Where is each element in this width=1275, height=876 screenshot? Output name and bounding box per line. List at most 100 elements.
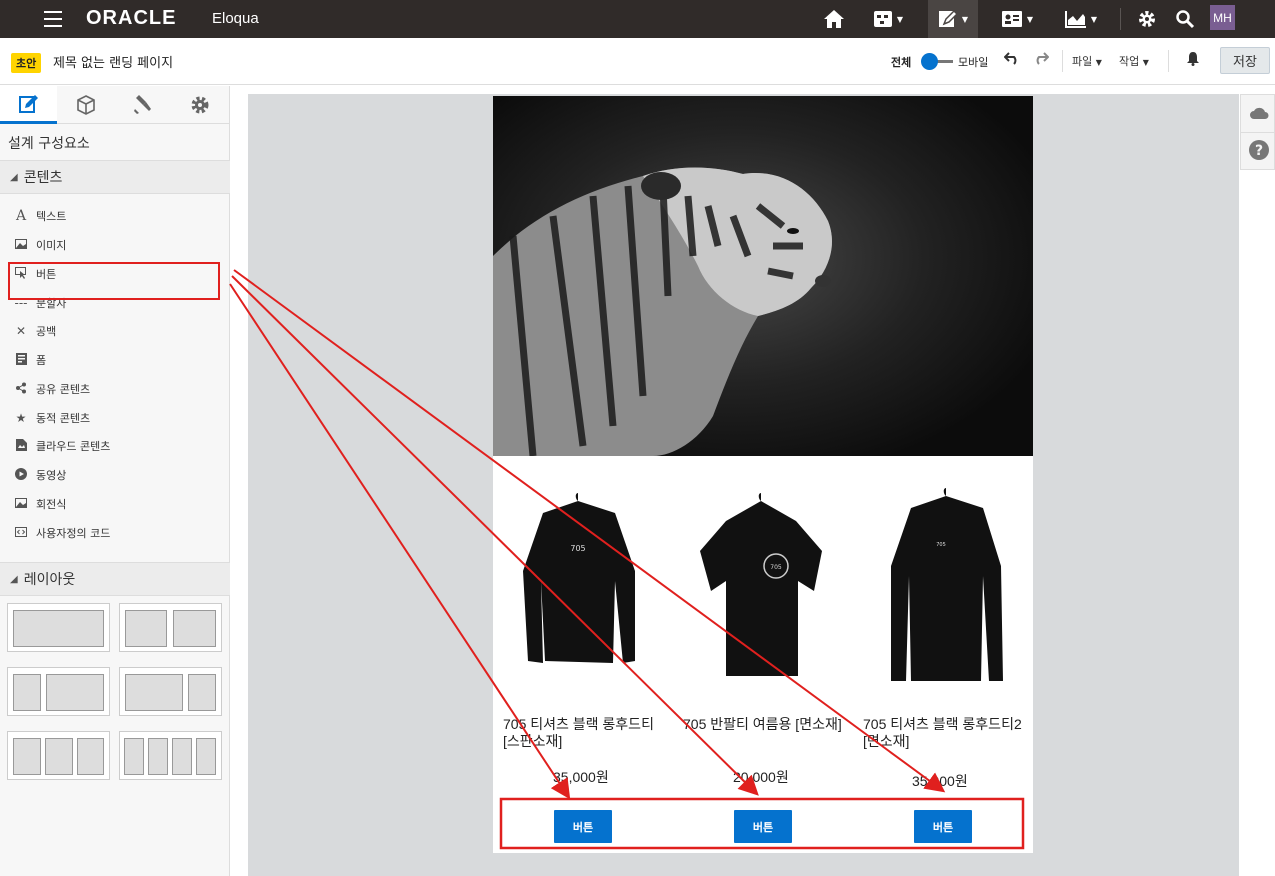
component-spacer[interactable]: ✕ 공백: [14, 321, 56, 341]
page-title[interactable]: 제목 없는 랜딩 페이지: [53, 52, 173, 71]
form-icon: [14, 352, 28, 368]
layout-two-columns[interactable]: [119, 603, 222, 652]
action-menu-button[interactable]: 작업 ▼: [1119, 53, 1149, 69]
component-label: 분할자: [36, 297, 67, 310]
layout-wide-narrow[interactable]: [119, 667, 222, 716]
product-image[interactable]: 705: [871, 486, 1021, 686]
component-divider[interactable]: --- 분할자: [14, 293, 67, 313]
component-carousel[interactable]: 회전식: [14, 494, 66, 514]
tab-components[interactable]: [57, 86, 114, 124]
product-image[interactable]: 705: [503, 491, 653, 691]
component-label: 공백: [36, 325, 57, 338]
layout-section-label: 레이아웃: [23, 572, 76, 588]
product-price: 35,000원: [912, 773, 968, 789]
component-button[interactable]: 버튼: [14, 264, 56, 284]
tiger-photo: [493, 167, 832, 456]
file-menu-button[interactable]: 파일 ▼: [1072, 53, 1102, 69]
layout-one-column[interactable]: [7, 603, 110, 652]
oracle-logo: ORACLE: [86, 7, 177, 29]
landing-page-preview: 705 705 티셔츠 블랙 롱후드티 [스판소재] 35,000원 버튼 70…: [493, 96, 1033, 853]
search-icon[interactable]: [1172, 0, 1198, 38]
component-video[interactable]: 동영상: [14, 465, 66, 485]
app-name: Eloqua: [212, 10, 259, 27]
chevron-down-icon: ▼: [1026, 14, 1034, 24]
component-label: 텍스트: [36, 210, 67, 223]
component-label: 이미지: [36, 239, 67, 252]
campaigns-menu-button[interactable]: ▼: [866, 0, 910, 38]
tab-styles[interactable]: [114, 86, 171, 124]
layout-section-header[interactable]: ◢ 레이아웃: [0, 562, 230, 596]
campaigns-icon: [873, 11, 892, 27]
action-menu-label: 작업: [1119, 55, 1140, 68]
carousel-icon: [14, 497, 28, 511]
component-label: 버튼: [36, 268, 57, 281]
cloud-icon[interactable]: [1249, 105, 1269, 124]
product-button[interactable]: 버튼: [554, 810, 612, 843]
component-cloud-content[interactable]: 클라우드 콘텐츠: [14, 436, 110, 456]
toolbar-divider: [1168, 50, 1169, 72]
product-image[interactable]: 705: [686, 491, 836, 691]
product-name: 705 티셔츠 블랙 롱후드티2 [면소재]: [863, 716, 1022, 749]
save-button[interactable]: 저장: [1220, 47, 1270, 74]
svg-text:?: ?: [1255, 143, 1263, 159]
status-badge: 초안: [11, 53, 42, 73]
avatar[interactable]: MH: [1210, 5, 1235, 30]
collapse-icon: ◢: [10, 171, 18, 183]
layout-three-columns[interactable]: [7, 731, 110, 780]
settings-icon[interactable]: [1134, 0, 1160, 38]
content-section-header[interactable]: ◢ 콘텐츠: [0, 160, 230, 194]
rail-divider: [1241, 132, 1275, 133]
contacts-menu-button[interactable]: ▼: [995, 0, 1039, 38]
tab-design[interactable]: [0, 86, 57, 124]
tab-settings[interactable]: [171, 86, 228, 124]
divider-icon: ---: [14, 296, 28, 310]
play-icon: [14, 467, 28, 483]
toolbar-divider: [1062, 50, 1063, 72]
chevron-down-icon: ▼: [1095, 58, 1102, 67]
component-form[interactable]: 폼: [14, 350, 46, 370]
file-menu-label: 파일: [1072, 55, 1093, 68]
chevron-down-icon: ▼: [1142, 58, 1149, 67]
product-price: 35,000원: [553, 769, 609, 785]
bell-icon[interactable]: [1186, 51, 1200, 70]
contacts-icon: [1001, 11, 1022, 27]
cloud-content-icon: [14, 438, 28, 454]
home-icon[interactable]: [820, 0, 848, 38]
product-button[interactable]: 버튼: [914, 810, 972, 843]
svg-text:705: 705: [770, 564, 782, 571]
hero-image[interactable]: [493, 96, 1033, 456]
component-dynamic-content[interactable]: ★ 동적 콘텐츠: [14, 408, 91, 428]
component-image[interactable]: 이미지: [14, 235, 66, 255]
component-text[interactable]: A 텍스트: [14, 206, 66, 226]
right-tool-rail: ?: [1240, 94, 1275, 170]
view-mode-toggle[interactable]: [921, 53, 953, 70]
share-icon: [14, 382, 28, 397]
spacer-icon: ✕: [15, 324, 27, 338]
assets-icon: [938, 9, 958, 27]
menu-icon[interactable]: [44, 11, 62, 27]
cube-icon: [76, 95, 95, 115]
panel-title: 설계 구성요소: [8, 136, 90, 152]
chevron-down-icon: ▼: [1090, 14, 1098, 24]
text-icon: A: [15, 208, 27, 224]
component-custom-code[interactable]: 사용자정의 코드: [14, 523, 110, 543]
svg-text:705: 705: [936, 542, 946, 548]
redo-icon[interactable]: [1033, 50, 1050, 69]
gear-icon: [191, 96, 208, 114]
product-button[interactable]: 버튼: [734, 810, 792, 843]
component-label: 공유 콘텐츠: [36, 383, 91, 396]
image-icon: [14, 238, 28, 252]
help-icon[interactable]: ?: [1249, 140, 1269, 164]
assets-menu-button[interactable]: ▼: [928, 0, 978, 38]
layout-four-columns[interactable]: [119, 731, 222, 780]
layout-narrow-wide[interactable]: [7, 667, 110, 716]
component-label: 클라우드 콘텐츠: [36, 440, 111, 453]
undo-icon[interactable]: [1003, 50, 1020, 69]
star-icon: ★: [15, 411, 27, 425]
component-label: 사용자정의 코드: [36, 527, 111, 540]
insight-icon: [1064, 11, 1086, 28]
insight-menu-button[interactable]: ▼: [1058, 0, 1104, 38]
product-name: 705 반팔티 여름용 [면소재]: [683, 716, 842, 732]
component-shared-content[interactable]: 공유 콘텐츠: [14, 379, 90, 399]
code-icon: [14, 526, 28, 540]
